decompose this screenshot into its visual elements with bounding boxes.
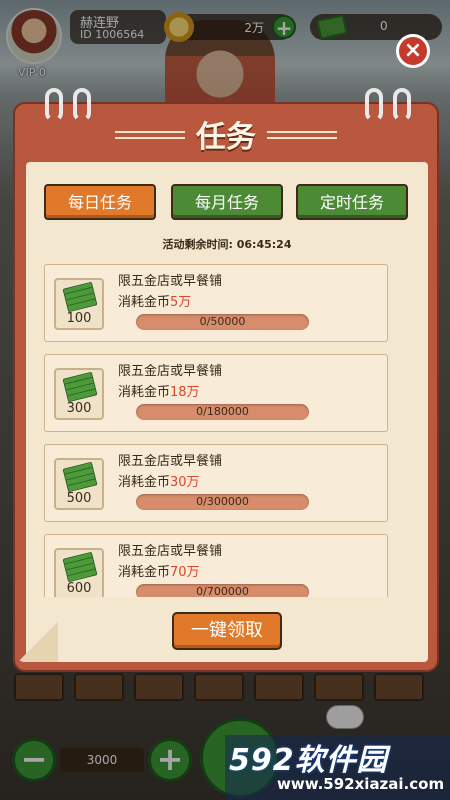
money-icon [62, 281, 98, 313]
task-progress-bar: 0/300000 [136, 494, 309, 510]
task-progress-bar: 0/50000 [136, 314, 309, 330]
task-description: 消耗金币70万 [118, 561, 200, 580]
task-title: 限五金店或早餐铺 [118, 364, 223, 379]
task-progress-bar: 0/180000 [136, 404, 309, 420]
reward-amount: 300 [66, 401, 92, 416]
money-icon [62, 371, 98, 403]
reward-amount: 100 [66, 311, 92, 326]
reward-amount: 600 [66, 581, 92, 596]
reward-box: 600 [54, 548, 104, 597]
task-desc-amount: 70万 [170, 565, 200, 580]
task-card: 600 限五金店或早餐铺 消耗金币70万 0/700000 [44, 534, 388, 597]
task-desc-amount: 5万 [170, 295, 192, 310]
page-curl-decoration [18, 622, 58, 662]
reward-box: 500 [54, 458, 104, 510]
task-desc-prefix: 消耗金币 [118, 565, 171, 580]
claim-all-button[interactable]: 一键领取 [172, 612, 282, 650]
reward-box: 300 [54, 368, 104, 420]
task-card: 300 限五金店或早餐铺 消耗金币18万 0/180000 [44, 354, 388, 432]
timer-label: 活动剩余时间: [162, 238, 237, 251]
tab-monthly-tasks[interactable]: 每月任务 [171, 184, 283, 220]
task-description: 消耗金币30万 [118, 471, 200, 490]
tab-timed-tasks[interactable]: 定时任务 [296, 184, 408, 220]
task-desc-prefix: 消耗金币 [118, 475, 171, 490]
tab-daily-tasks[interactable]: 每日任务 [44, 184, 156, 220]
reward-box: 100 [54, 278, 104, 330]
progress-text: 0/300000 [196, 495, 249, 508]
task-progress-bar: 0/700000 [136, 584, 309, 597]
task-desc-amount: 30万 [170, 475, 200, 490]
task-dialog: 任务 每日任务 每月任务 定时任务 活动剩余时间: 06:45:24 100 限… [13, 34, 439, 672]
task-list[interactable]: 100 限五金店或早餐铺 消耗金币5万 0/50000 300 限五金店或早餐铺… [44, 264, 390, 597]
task-title: 限五金店或早餐铺 [118, 454, 223, 469]
task-card: 100 限五金店或早餐铺 消耗金币5万 0/50000 [44, 264, 388, 342]
site-watermark: 592软件园 www.592xiazai.com [225, 735, 450, 800]
progress-text: 0/50000 [199, 315, 246, 328]
reward-amount: 500 [66, 491, 92, 506]
dialog-header: 任务 [15, 104, 437, 162]
task-title: 限五金店或早餐铺 [118, 274, 223, 289]
money-icon [62, 461, 98, 493]
event-timer: 活动剩余时间: 06:45:24 [26, 236, 428, 252]
timer-value: 06:45:24 [236, 238, 292, 251]
progress-text: 0/180000 [196, 405, 249, 418]
task-card: 500 限五金店或早餐铺 消耗金币30万 0/300000 [44, 444, 388, 522]
task-title: 限五金店或早餐铺 [118, 544, 223, 559]
task-description: 消耗金币18万 [118, 381, 200, 400]
money-icon [62, 551, 98, 583]
close-icon[interactable]: × [396, 34, 430, 68]
task-desc-amount: 18万 [170, 385, 200, 400]
progress-text: 0/700000 [196, 585, 249, 597]
dialog-body: 每日任务 每月任务 定时任务 活动剩余时间: 06:45:24 100 限五金店… [26, 162, 428, 662]
title-decoration [267, 131, 337, 141]
task-desc-prefix: 消耗金币 [118, 295, 171, 310]
task-description: 消耗金币5万 [118, 291, 191, 310]
task-desc-prefix: 消耗金币 [118, 385, 171, 400]
watermark-brand: 592软件园 [229, 743, 388, 778]
dialog-title: 任务 [196, 120, 256, 155]
watermark-url: www.592xiazai.com [277, 775, 445, 793]
